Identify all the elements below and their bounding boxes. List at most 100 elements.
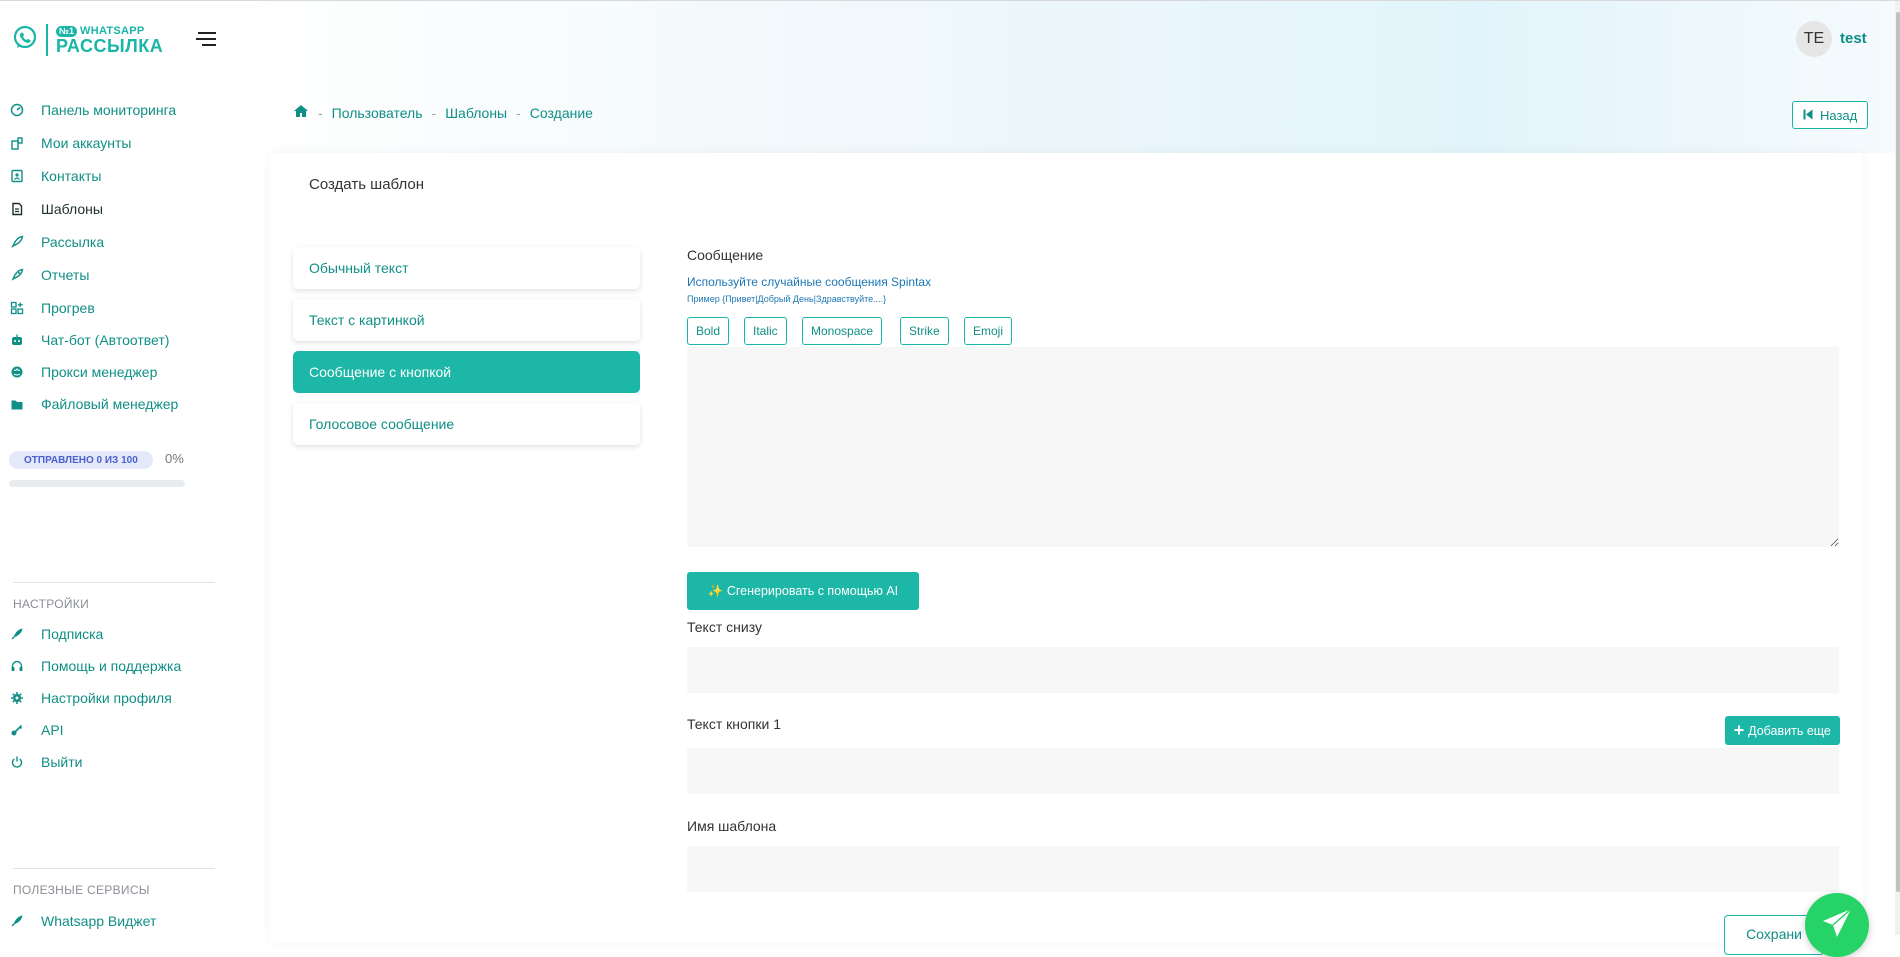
rocket-icon — [9, 913, 25, 929]
back-button-label: Назад — [1820, 107, 1858, 123]
breadcrumb-templates[interactable]: Шаблоны — [445, 105, 507, 121]
sidebar-item-label: Помощь и поддержка — [41, 658, 182, 674]
message-label: Сообщение — [687, 247, 764, 263]
sidebar-item-label: Прокси менеджер — [41, 364, 158, 380]
sidebar-item-label: Файловый менеджер — [41, 396, 179, 412]
sidebar-item-label: Подписка — [41, 626, 104, 642]
strike-button[interactable]: Strike — [900, 317, 949, 345]
spintax-example: Пример {Привет|Добрый День|Здравствуйте.… — [687, 294, 887, 304]
accounts-icon — [9, 135, 25, 151]
sidebar-item-chatbot[interactable]: Чат-бот (Автоответ) — [0, 328, 169, 352]
sidebar-item-label: Отчеты — [41, 267, 90, 283]
template-name-label: Имя шаблона — [687, 818, 777, 834]
tab-text-with-image[interactable]: Текст с картинкой — [293, 299, 640, 341]
breadcrumb-separator: - — [318, 104, 323, 121]
sidebar-item-whatsapp-widget[interactable]: Whatsapp Виджет — [0, 909, 156, 933]
divider — [13, 868, 215, 869]
emoji-button[interactable]: Emoji — [964, 317, 1013, 345]
sidebar-item-label: Выйти — [41, 754, 83, 770]
header-background — [230, 1, 1896, 153]
sent-count-badge: ОТПРАВЛЕНО 0 ИЗ 100 — [9, 451, 153, 469]
power-icon — [9, 754, 25, 770]
add-more-button[interactable]: Добавить еще — [1725, 716, 1840, 745]
sidebar-item-label: Контакты — [41, 168, 102, 184]
grid-plus-icon — [9, 300, 25, 316]
tab-label: Сообщение с кнопкой — [309, 364, 452, 380]
tab-plain-text[interactable]: Обычный текст — [293, 247, 640, 289]
sidebar-item-label: API — [41, 722, 64, 738]
footer-text-label: Текст снизу — [687, 619, 762, 635]
breadcrumb: - Пользователь - Шаблоны - Создание — [293, 104, 593, 121]
sidebar-item-label: Прогрев — [41, 300, 95, 316]
tab-label: Обычный текст — [309, 260, 409, 276]
template-icon — [9, 201, 25, 217]
bold-button[interactable]: Bold — [687, 317, 730, 345]
breadcrumb-user[interactable]: Пользователь — [332, 105, 423, 121]
italic-button[interactable]: Italic — [744, 317, 787, 345]
tab-button-message[interactable]: Сообщение с кнопкой — [293, 351, 640, 393]
breadcrumb-separator: - — [516, 104, 521, 121]
divider — [13, 582, 215, 583]
scrollbar-thumb[interactable] — [1896, 12, 1900, 892]
breadcrumb-separator: - — [431, 104, 437, 121]
sent-progress-bar — [9, 480, 185, 487]
tab-voice-message[interactable]: Голосовое сообщение — [293, 403, 640, 445]
sidebar-item-reports[interactable]: Отчеты — [0, 263, 89, 287]
sidebar-item-dashboard[interactable]: Панель мониторинга — [0, 98, 176, 122]
button-text-input[interactable] — [687, 748, 1839, 794]
sidebar-item-warmup[interactable]: Прогрев — [0, 296, 95, 320]
gear-icon — [9, 690, 25, 706]
sidebar-item-label: Рассылка — [41, 234, 105, 250]
sidebar-item-label: Шаблоны — [41, 201, 103, 217]
add-more-label: Добавить еще — [1748, 723, 1831, 738]
sidebar-item-mailing[interactable]: Рассылка — [0, 230, 104, 254]
avatar[interactable]: TE — [1796, 21, 1832, 57]
plus-icon — [1734, 724, 1744, 738]
user-name[interactable]: test — [1840, 30, 1867, 47]
card-title: Создать шаблон — [309, 176, 425, 193]
sidebar-item-accounts[interactable]: Мои аккаунты — [0, 131, 132, 155]
tab-label: Текст с картинкой — [309, 312, 425, 328]
gauge-icon — [9, 102, 25, 118]
sent-percent: 0% — [165, 451, 184, 466]
home-icon[interactable] — [293, 104, 309, 121]
folder-icon — [9, 396, 25, 412]
sidebar-item-label: Чат-бот (Автоответ) — [41, 332, 170, 348]
sidebar-item-subscription[interactable]: Подписка — [0, 622, 103, 646]
sidebar-item-contacts[interactable]: Контакты — [0, 164, 101, 188]
sidebar-item-proxy[interactable]: Прокси менеджер — [0, 360, 157, 384]
rocket-icon — [9, 234, 25, 250]
contact-card-icon — [9, 168, 25, 184]
monospace-button[interactable]: Monospace — [802, 317, 883, 345]
skip-back-icon — [1803, 108, 1813, 123]
sidebar-item-templates[interactable]: Шаблоны — [0, 197, 103, 221]
template-name-input[interactable] — [687, 846, 1839, 892]
sidebar-item-label: Панель мониторинга — [41, 102, 177, 118]
sidebar-item-logout[interactable]: Выйти — [0, 750, 82, 774]
sidebar-item-support[interactable]: Помощь и поддержка — [0, 654, 181, 678]
footer-text-input[interactable] — [687, 647, 1839, 693]
robot-icon — [9, 332, 25, 348]
sidebar-item-label: Мои аккаунты — [41, 135, 132, 151]
ai-generate-button[interactable]: ✨ Сгенерировать с помощью AI — [687, 572, 919, 610]
sidebar-item-label: Whatsapp Виджет — [41, 913, 157, 929]
key-icon — [9, 722, 25, 738]
button-text-label: Текст кнопки 1 — [687, 716, 781, 732]
sidebar-item-files[interactable]: Файловый менеджер — [0, 392, 178, 416]
back-button[interactable]: Назад — [1792, 101, 1869, 129]
message-textarea[interactable] — [687, 347, 1839, 547]
services-section-title: ПОЛЕЗНЫЕ СЕРВИСЫ — [13, 883, 150, 897]
sidebar-item-api[interactable]: API — [0, 718, 64, 742]
send-icon — [1820, 906, 1854, 945]
sidebar-item-profile-settings[interactable]: Настройки профиля — [0, 686, 172, 710]
settings-section-title: НАСТРОЙКИ — [13, 597, 90, 611]
sidebar-item-label: Настройки профиля — [41, 690, 172, 706]
headset-icon — [9, 658, 25, 674]
breadcrumb-create[interactable]: Создание — [530, 105, 593, 121]
rocket-report-icon — [9, 267, 25, 283]
rocket-icon — [9, 626, 25, 642]
globe-icon — [9, 364, 25, 380]
spintax-hint: Используйте случайные сообщения Spintax — [687, 275, 932, 289]
tab-label: Голосовое сообщение — [309, 416, 455, 432]
whatsapp-send-fab[interactable] — [1805, 893, 1869, 957]
